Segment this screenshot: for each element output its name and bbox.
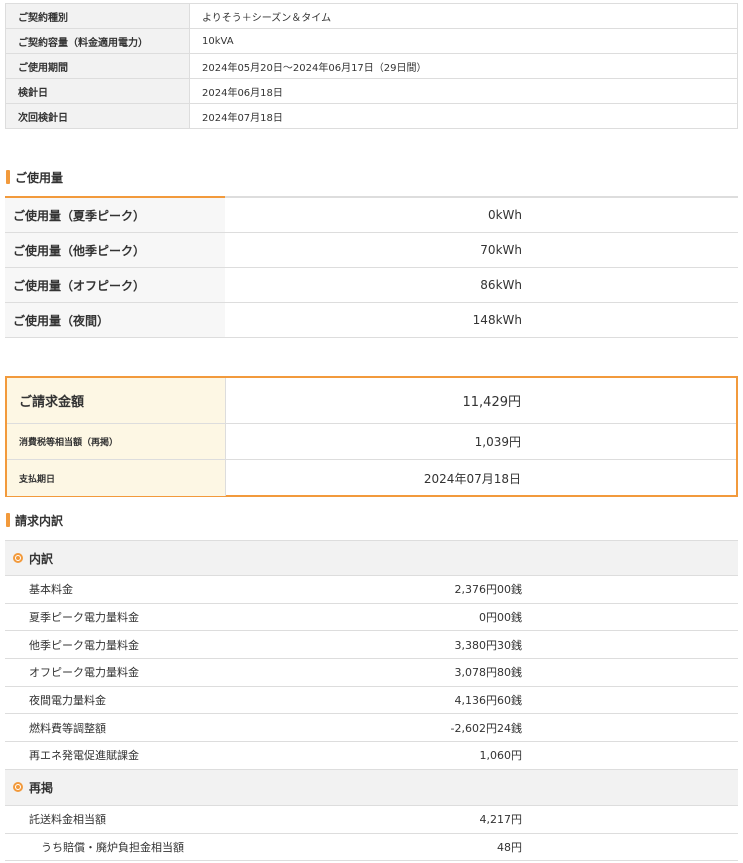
detail-section-title: 請求内訳 (15, 513, 64, 528)
table-row: ご請求金額 11,429円 (7, 378, 736, 424)
transmission-fee-value: 4,217円 (479, 813, 523, 827)
table-row: 次回検針日 2024年07月18日 (5, 103, 738, 129)
other-peak-charge-label: 他季ピーク電力量料金 (29, 638, 139, 652)
table-row: 基本料金 2,376円00銭 (5, 576, 738, 604)
table-row: ご使用量（オフピーク） 86kWh (5, 268, 738, 303)
table-row: 再エネ発電促進賦課金 1,060円 (5, 742, 738, 770)
table-row: 託送料金相当額 4,217円 (5, 806, 738, 834)
usage-section-heading: ご使用量 (6, 170, 64, 185)
breakdown-group-header: 内訳 (5, 540, 738, 576)
circle-bullet-icon (13, 553, 23, 563)
detail-table: 内訳 基本料金 2,376円00銭 夏季ピーク電力量料金 0円00銭 他季ピーク電力… (5, 540, 738, 862)
table-row: 燃料費等調整額 -2,602円24銭 (5, 714, 738, 743)
off-peak-charge-label: オフピーク電力量料金 (29, 666, 139, 680)
breakdown-group-title: 内訳 (29, 551, 54, 566)
meter-date-value: 2024年06月18日 (189, 78, 738, 104)
billing-amount-label: ご請求金額 (7, 378, 226, 423)
table-row: 夜間電力量料金 4,136円60銭 (5, 687, 738, 715)
usage-other-peak-label: ご使用量（他季ピーク） (5, 233, 225, 267)
table-row: 支払期日 2024年07月18日 (7, 460, 736, 496)
usage-other-peak-value: 70kWh (480, 243, 522, 257)
fuel-adjustment-label: 燃料費等調整額 (29, 721, 106, 735)
table-row: うち賠償・廃炉負担金相当額 48円 (5, 834, 738, 862)
table-row: ご使用量（他季ピーク） 70kWh (5, 233, 738, 268)
meter-date-label: 検針日 (5, 78, 190, 104)
contract-capacity-value: 10kVA (189, 28, 738, 54)
tax-amount-label: 消費税等相当額（再掲） (7, 424, 226, 459)
usage-period-value: 2024年05月20日～2024年06月17日（29日間） (189, 53, 738, 79)
next-meter-date-label: 次回検針日 (5, 103, 190, 129)
due-date-label: 支払期日 (7, 460, 226, 496)
basic-charge-value: 2,376円00銭 (454, 583, 523, 597)
restated-group-header: 再掲 (5, 769, 738, 806)
detail-section-heading: 請求内訳 (6, 513, 64, 528)
usage-section-title: ご使用量 (15, 170, 64, 185)
usage-night-label: ご使用量（夜間） (5, 303, 225, 337)
table-row: 検針日 2024年06月18日 (5, 78, 738, 104)
decommissioning-fee-label: うち賠償・廃炉負担金相当額 (41, 840, 184, 854)
table-row: ご契約容量（料金適用電力） 10kVA (5, 28, 738, 54)
night-charge-label: 夜間電力量料金 (29, 694, 106, 708)
usage-off-peak-value: 86kWh (480, 278, 522, 292)
contract-capacity-label: ご契約容量（料金適用電力） (5, 28, 190, 54)
contract-type-label: ご契約種別 (5, 3, 190, 29)
due-date-value: 2024年07月18日 (423, 471, 521, 486)
usage-summer-peak-value: 0kWh (487, 208, 522, 222)
table-row: オフピーク電力量料金 3,078円80銭 (5, 659, 738, 687)
billing-amount-value: 11,429円 (462, 395, 522, 410)
table-row: 消費税等相当額（再掲） 1,039円 (7, 424, 736, 460)
next-meter-date-value: 2024年07月18日 (189, 103, 738, 129)
table-row: ご使用量（夏季ピーク） 0kWh (5, 198, 738, 233)
contract-type-value: よりそう＋シーズン＆タイム (189, 3, 738, 29)
heading-accent-bar (6, 170, 10, 184)
decommissioning-fee-value: 48円 (497, 840, 522, 854)
summer-peak-charge-label: 夏季ピーク電力量料金 (29, 611, 139, 625)
usage-off-peak-label: ご使用量（オフピーク） (5, 268, 225, 302)
off-peak-charge-value: 3,078円80銭 (454, 666, 523, 680)
usage-period-label: ご使用期間 (5, 53, 190, 79)
tax-amount-value: 1,039円 (474, 435, 521, 449)
heading-accent-bar (6, 513, 10, 527)
transmission-fee-label: 託送料金相当額 (29, 813, 106, 827)
basic-charge-label: 基本料金 (29, 583, 73, 597)
renewable-levy-value: 1,060円 (479, 749, 523, 763)
fuel-adjustment-value: -2,602円24銭 (450, 721, 522, 735)
table-row: 夏季ピーク電力量料金 0円00銭 (5, 604, 738, 632)
table-row: 他季ピーク電力量料金 3,380円30銭 (5, 631, 738, 660)
circle-bullet-icon (13, 782, 23, 793)
table-row: ご契約種別 よりそう＋シーズン＆タイム (5, 3, 738, 29)
restated-group-title: 再掲 (29, 780, 54, 795)
usage-table: ご使用量（夏季ピーク） 0kWh ご使用量（他季ピーク） 70kWh ご使用量（オフ… (5, 196, 738, 338)
renewable-levy-label: 再エネ発電促進賦課金 (29, 749, 139, 763)
usage-summer-peak-label: ご使用量（夏季ピーク） (5, 198, 225, 232)
usage-night-value: 148kWh (472, 313, 522, 327)
night-charge-value: 4,136円60銭 (454, 694, 523, 708)
billing-summary-box: ご請求金額 11,429円 消費税等相当額（再掲） 1,039円 支払期日 2024年… (5, 376, 738, 497)
other-peak-charge-value: 3,380円30銭 (454, 638, 523, 652)
table-row: ご使用期間 2024年05月20日～2024年06月17日（29日間） (5, 53, 738, 79)
table-row: ご使用量（夜間） 148kWh (5, 303, 738, 338)
summer-peak-charge-value: 0円00銭 (479, 611, 522, 625)
contract-table: ご契約種別 よりそう＋シーズン＆タイム ご契約容量（料金適用電力） 10kVA ご使… (5, 3, 738, 129)
